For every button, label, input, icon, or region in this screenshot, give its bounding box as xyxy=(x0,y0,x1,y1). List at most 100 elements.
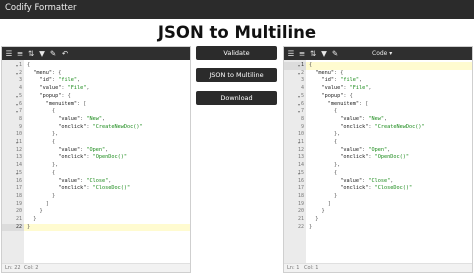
code-line: "value": "File", xyxy=(321,85,372,92)
format-icon[interactable]: ☰ xyxy=(4,48,14,59)
cursor-line: Ln: 22 xyxy=(5,265,21,271)
fold-toggle-icon[interactable]: ▾ xyxy=(16,139,18,147)
undo-icon[interactable]: ↶ xyxy=(60,48,70,59)
line-number-gutter: 1 ▾ 2 ▾ 3 4 5 ▾ 6 ▾ 7 ▾ 8 9 10 11 ▾ 12 13 14 15 ▾ 16 17 18 19 20 21… xyxy=(284,60,306,263)
code-area[interactable]: { "menu": { "id": "file", "value": "File… xyxy=(306,60,472,263)
line-number: 2 xyxy=(300,69,304,76)
code-line: { xyxy=(309,169,338,176)
line-number: 16 xyxy=(15,177,22,184)
code-line: { xyxy=(27,108,56,115)
line-number: 8 xyxy=(18,115,22,122)
code-line: "menu": { xyxy=(315,69,344,76)
mode-selector[interactable]: Code ▾ xyxy=(372,48,392,59)
repair-icon[interactable]: ✎ xyxy=(330,48,340,59)
line-number: 18 xyxy=(297,192,304,199)
fold-toggle-icon[interactable]: ▾ xyxy=(298,170,300,178)
code-line: { xyxy=(306,62,472,70)
fold-toggle-icon[interactable]: ▾ xyxy=(16,62,18,70)
line-number: 21 xyxy=(297,216,304,222)
line-number: 3 xyxy=(300,77,304,84)
line-number: 12 xyxy=(297,146,304,153)
fold-toggle-icon[interactable]: ▾ xyxy=(298,101,300,109)
line-number: 4 xyxy=(300,85,304,92)
code-line: "value": "Close", xyxy=(340,177,394,184)
line-number: 1 xyxy=(284,62,306,70)
code-line: } xyxy=(309,192,338,199)
fold-toggle-icon[interactable]: ▾ xyxy=(298,108,300,116)
line-number: 12 xyxy=(15,146,22,153)
input-editor-toolbar: ☰ ≡ ⇅ ▼ ✎ ↶ xyxy=(2,47,190,60)
line-number: 1 xyxy=(18,62,22,68)
app-title[interactable]: Codify Formatter xyxy=(5,3,76,13)
fold-toggle-icon[interactable]: ▾ xyxy=(16,170,18,178)
code-line: } xyxy=(309,216,319,222)
line-number: 8 xyxy=(300,115,304,122)
line-number: 5 xyxy=(18,92,22,99)
compact-icon[interactable]: ≡ xyxy=(297,48,307,59)
fold-toggle-icon[interactable]: ▾ xyxy=(16,93,18,101)
line-number: 14 xyxy=(15,162,22,169)
fold-toggle-icon[interactable]: ▾ xyxy=(16,108,18,116)
line-number: 19 xyxy=(297,200,304,207)
code-line: }, xyxy=(309,131,341,138)
code-line: "value": "File", xyxy=(39,85,90,92)
code-line: "value": "Close", xyxy=(58,177,112,184)
fold-toggle-icon[interactable]: ▾ xyxy=(16,101,18,109)
line-number: 6 xyxy=(300,100,304,107)
sort-icon[interactable]: ⇅ xyxy=(26,48,36,59)
code-line: "value": "Open", xyxy=(58,146,109,153)
status-bar: Ln: 1 Col: 1 xyxy=(284,263,472,272)
line-number: 16 xyxy=(297,177,304,184)
output-editor-toolbar: ☰ ≡ ⇅ ▼ ✎ Code ▾ xyxy=(284,47,472,60)
cursor-column: Col: 1 xyxy=(304,265,319,271)
code-line: "onclick": "CloseDoc()" xyxy=(340,185,413,192)
fold-toggle-icon[interactable]: ▾ xyxy=(16,70,18,78)
line-number: 9 xyxy=(18,123,22,130)
cursor-column: Col: 2 xyxy=(24,265,39,271)
line-number: 10 xyxy=(297,131,304,138)
line-number: 7 xyxy=(18,108,22,115)
fold-toggle-icon[interactable]: ▾ xyxy=(298,70,300,78)
compact-icon[interactable]: ≡ xyxy=(15,48,25,59)
line-number: 9 xyxy=(300,123,304,130)
line-number: 20 xyxy=(297,208,304,215)
repair-icon[interactable]: ✎ xyxy=(48,48,58,59)
code-line: } xyxy=(27,208,43,215)
code-line: }, xyxy=(27,131,59,138)
code-line: { xyxy=(27,169,56,176)
line-number-gutter: 1 ▾ 2 ▾ 3 4 5 ▾ 6 ▾ 7 ▾ 8 9 10 11 ▾ 12 13 14 15 ▾ 16 17 18 19 20 21… xyxy=(2,60,24,263)
line-number: 6 xyxy=(18,100,22,107)
output-editor: ☰ ≡ ⇅ ▼ ✎ Code ▾ 1 ▾ 2 ▾ 3 4 5 ▾ 6 ▾ 7 ▾ 8 9 10 11 ▾ 12 13… xyxy=(283,46,473,273)
fold-toggle-icon[interactable]: ▾ xyxy=(298,139,300,147)
fold-toggle-icon[interactable]: ▾ xyxy=(298,93,300,101)
code-line: { xyxy=(27,139,56,145)
line-number: 5 xyxy=(300,92,304,99)
validate-button[interactable]: Validate xyxy=(196,46,277,60)
code-line: ] xyxy=(27,200,49,207)
code-line: }, xyxy=(27,162,59,169)
code-line: "popup": { xyxy=(39,92,71,99)
sort-icon[interactable]: ⇅ xyxy=(308,48,318,59)
code-line: } xyxy=(309,223,313,230)
code-line: { xyxy=(27,62,31,68)
json-to-multiline-button[interactable]: JSON to Multiline xyxy=(196,68,277,82)
code-line: "onclick": "CreateNewDoc()" xyxy=(58,123,143,130)
code-line: { xyxy=(309,139,338,145)
line-number: 17 xyxy=(15,185,22,192)
code-line: } xyxy=(27,192,56,199)
fold-toggle-icon[interactable]: ▾ xyxy=(298,62,300,70)
download-button[interactable]: Download xyxy=(196,91,277,105)
code-line: }, xyxy=(309,162,341,169)
line-number: 10 xyxy=(15,131,22,138)
filter-icon[interactable]: ▼ xyxy=(37,48,47,59)
code-line: "onclick": "OpenDoc()" xyxy=(58,154,127,161)
code-area[interactable]: { "menu": { "id": "file", "value": "File… xyxy=(24,60,190,263)
filter-icon[interactable]: ▼ xyxy=(319,48,329,59)
line-number: 21 xyxy=(15,216,22,222)
format-icon[interactable]: ☰ xyxy=(286,48,296,59)
line-number: 4 xyxy=(18,85,22,92)
code-line: "id": "file", xyxy=(321,77,363,84)
code-line: "menuitem": [ xyxy=(327,100,369,107)
code-line: "value": "New", xyxy=(340,115,388,122)
page-title: JSON to Multiline xyxy=(157,23,317,42)
